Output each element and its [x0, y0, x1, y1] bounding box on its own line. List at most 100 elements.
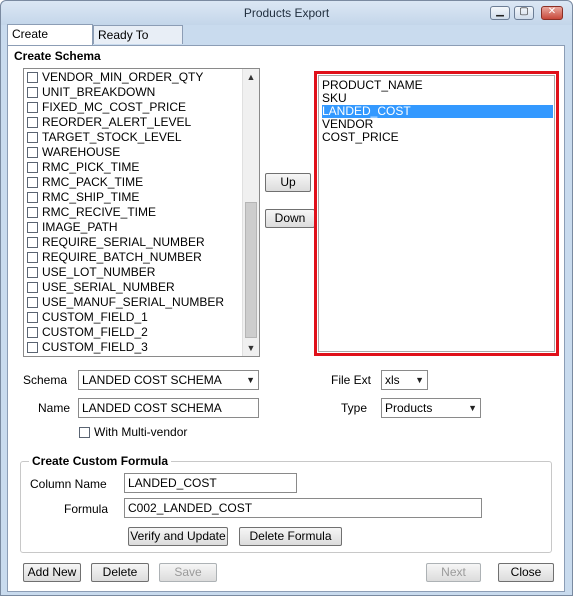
- list-item[interactable]: UNIT_BREAKDOWN: [27, 85, 155, 100]
- field-checkbox[interactable]: [27, 87, 38, 98]
- list-item[interactable]: CUSTOM_FIELD_1: [27, 310, 148, 325]
- file-ext-select[interactable]: xls ▼: [381, 370, 428, 390]
- list-item[interactable]: IMAGE_PATH: [27, 220, 118, 235]
- list-item[interactable]: RMC_PICK_TIME: [27, 160, 139, 175]
- type-select[interactable]: Products ▼: [381, 398, 481, 418]
- scroll-thumb[interactable]: [245, 202, 257, 338]
- minimize-icon: ▁: [496, 6, 504, 17]
- list-item[interactable]: RMC_PACK_TIME: [27, 175, 143, 190]
- name-field[interactable]: LANDED COST SCHEMA: [78, 398, 259, 418]
- field-label: RMC_PACK_TIME: [42, 175, 144, 189]
- list-item[interactable]: RMC_SHIP_TIME: [27, 190, 139, 205]
- file-ext-value: xls: [385, 373, 400, 387]
- file-ext-label: File Ext: [331, 373, 372, 387]
- multivendor-option[interactable]: With Multi-vendor: [79, 425, 187, 439]
- scroll-up-icon[interactable]: ▲: [243, 69, 259, 85]
- field-checkbox[interactable]: [27, 162, 38, 173]
- list-item[interactable]: TARGET_STOCK_LEVEL: [27, 130, 182, 145]
- maximize-button[interactable]: ▢: [514, 6, 534, 20]
- field-label: USE_MANUF_SERIAL_NUMBER: [42, 295, 225, 309]
- field-checkbox[interactable]: [27, 102, 38, 113]
- custom-formula-group: Create Custom Formula Column Name LANDED…: [20, 454, 552, 553]
- save-button[interactable]: Save: [159, 563, 217, 582]
- field-label: CUSTOM_FIELD_1: [42, 310, 148, 324]
- name-label: Name: [38, 401, 71, 415]
- list-item[interactable]: FIXED_MC_COST_PRICE: [27, 100, 186, 115]
- tab-create-schema[interactable]: Create Schema: [7, 24, 93, 60]
- highlight-frame: PRODUCT_NAME SKU LANDED_COST VENDOR COST_PRI…: [314, 71, 559, 356]
- maximize-icon: ▢: [519, 6, 529, 17]
- custom-formula-heading: Create Custom Formula: [29, 454, 172, 468]
- field-label: WAREHOUSE: [42, 145, 121, 159]
- multivendor-label: With Multi-vendor: [94, 425, 188, 439]
- field-label: REORDER_ALERT_LEVEL: [42, 115, 192, 129]
- list-item[interactable]: VENDOR_MIN_ORDER_QTY: [27, 70, 203, 85]
- chevron-down-icon: ▼: [415, 375, 424, 385]
- field-checkbox[interactable]: [27, 207, 38, 218]
- list-item[interactable]: RMC_RECIVE_TIME: [27, 205, 156, 220]
- list-item[interactable]: USE_SERIAL_NUMBER: [27, 280, 175, 295]
- schema-label: Schema: [23, 373, 68, 387]
- available-fields-list[interactable]: VENDOR_MIN_ORDER_QTY UNIT_BREAKDOWN FIXED_…: [23, 68, 260, 357]
- field-checkbox[interactable]: [27, 177, 38, 188]
- schema-select[interactable]: LANDED COST SCHEMA ▼: [78, 370, 259, 390]
- list-item[interactable]: USE_LOT_NUMBER: [27, 265, 155, 280]
- field-checkbox[interactable]: [27, 192, 38, 203]
- field-checkbox[interactable]: [27, 117, 38, 128]
- add-new-button[interactable]: Add New: [23, 563, 81, 582]
- down-button[interactable]: Down: [265, 209, 315, 228]
- field-checkbox[interactable]: [27, 222, 38, 233]
- delete-button[interactable]: Delete: [91, 563, 149, 582]
- column-name-label: Column Name: [30, 477, 107, 491]
- field-checkbox[interactable]: [27, 297, 38, 308]
- field-label: REQUIRE_BATCH_NUMBER: [42, 250, 202, 264]
- field-checkbox[interactable]: [27, 147, 38, 158]
- list-item[interactable]: USE_MANUF_SERIAL_NUMBER: [27, 295, 224, 310]
- list-item[interactable]: REQUIRE_SERIAL_NUMBER: [27, 235, 205, 250]
- close-button[interactable]: Close: [498, 563, 554, 582]
- column-name-value: LANDED_COST: [128, 476, 217, 490]
- list-item[interactable]: CUSTOM_FIELD_3: [27, 340, 148, 355]
- field-checkbox[interactable]: [27, 252, 38, 263]
- field-label: VENDOR_MIN_ORDER_QTY: [42, 70, 204, 84]
- list-item[interactable]: CUSTOM_FIELD_2: [27, 325, 148, 340]
- field-label: RMC_SHIP_TIME: [42, 190, 140, 204]
- selected-fields-list[interactable]: PRODUCT_NAME SKU LANDED_COST VENDOR COST_PRI…: [318, 75, 555, 352]
- field-checkbox[interactable]: [27, 237, 38, 248]
- close-icon: ✕: [547, 6, 557, 17]
- field-label: RMC_RECIVE_TIME: [42, 205, 157, 219]
- field-label: REQUIRE_SERIAL_NUMBER: [42, 235, 205, 249]
- tab-ready-to-export[interactable]: Ready To Export: [93, 25, 183, 61]
- field-label: UNIT_BREAKDOWN: [42, 85, 156, 99]
- field-checkbox[interactable]: [27, 327, 38, 338]
- formula-label: Formula: [64, 502, 109, 516]
- minimize-button[interactable]: ▁: [490, 6, 510, 20]
- close-window-button[interactable]: ✕: [541, 6, 563, 20]
- title-bar: Products Export ▁ ▢ ✕: [1, 1, 572, 25]
- multivendor-checkbox[interactable]: [79, 427, 90, 438]
- verify-update-button[interactable]: Verify and Update: [128, 527, 228, 546]
- scroll-down-icon[interactable]: ▼: [243, 340, 259, 356]
- formula-field[interactable]: C002_LANDED_COST: [124, 498, 482, 518]
- selected-field-item[interactable]: COST_PRICE: [322, 131, 399, 144]
- field-checkbox[interactable]: [27, 132, 38, 143]
- field-checkbox[interactable]: [27, 312, 38, 323]
- delete-formula-button[interactable]: Delete Formula: [239, 527, 342, 546]
- field-checkbox[interactable]: [27, 267, 38, 278]
- column-name-field[interactable]: LANDED_COST: [124, 473, 297, 493]
- list-item[interactable]: WAREHOUSE: [27, 145, 120, 160]
- list-item[interactable]: REQUIRE_BATCH_NUMBER: [27, 250, 202, 265]
- window-title: Products Export: [243, 6, 330, 20]
- up-button[interactable]: Up: [265, 173, 311, 192]
- next-button[interactable]: Next: [426, 563, 481, 582]
- schema-value: LANDED COST SCHEMA: [82, 373, 222, 387]
- field-list-scrollbar[interactable]: ▲ ▼: [242, 69, 259, 356]
- name-value: LANDED COST SCHEMA: [82, 401, 222, 415]
- field-checkbox[interactable]: [27, 282, 38, 293]
- list-item[interactable]: REORDER_ALERT_LEVEL: [27, 115, 191, 130]
- field-checkbox[interactable]: [27, 72, 38, 83]
- field-checkbox[interactable]: [27, 342, 38, 353]
- products-export-dialog: Products Export ▁ ▢ ✕ Create Schema Read…: [0, 0, 573, 596]
- type-value: Products: [385, 401, 433, 415]
- create-schema-heading: Create Schema: [14, 49, 101, 63]
